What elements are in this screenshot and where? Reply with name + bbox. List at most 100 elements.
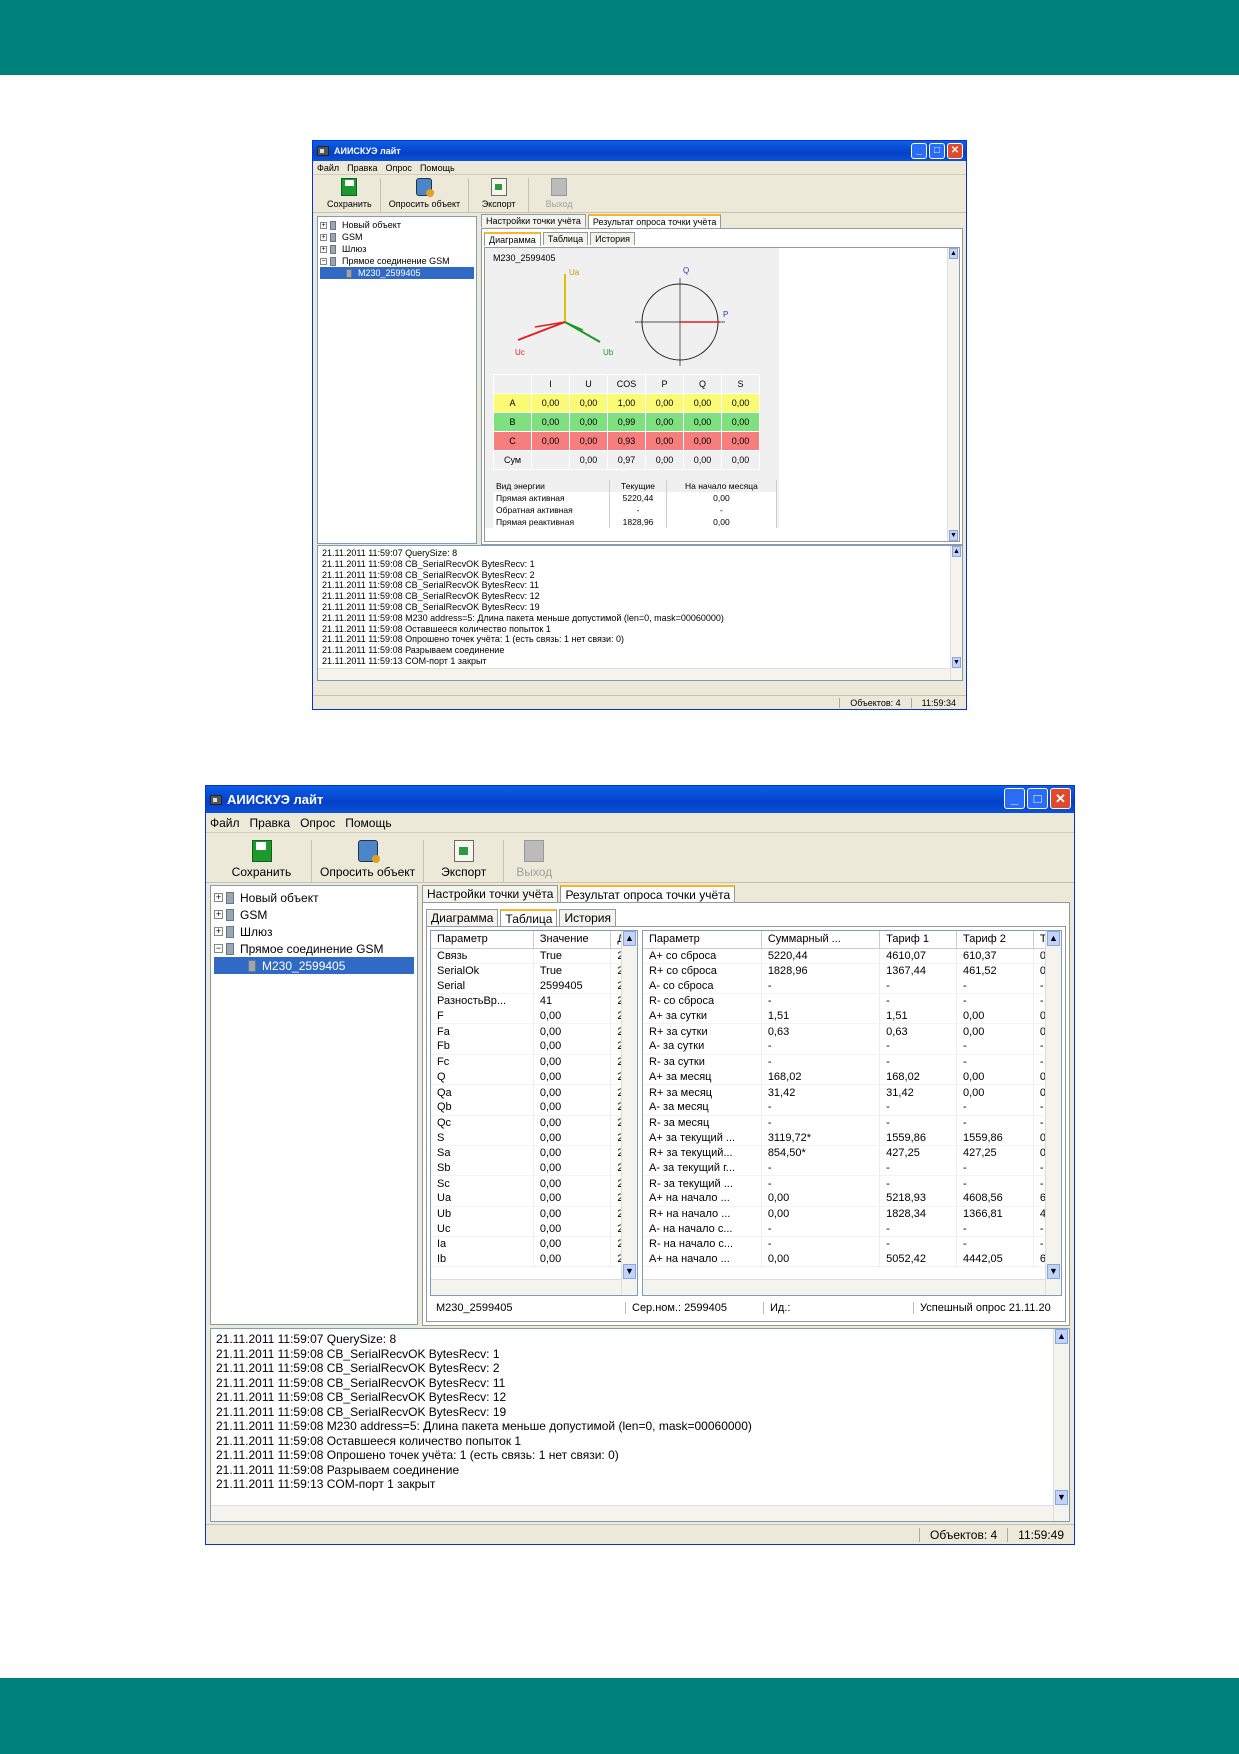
exit-button[interactable]: Выход [504,840,564,882]
table-row[interactable]: R+ за текущий... 854,50* 427,25 427,25 0 [643,1145,1061,1161]
minimize-button[interactable]: _ [911,143,927,159]
tree-item-gateway[interactable]: + Шлюз [214,923,414,940]
menu-edit[interactable]: Правка [250,816,291,830]
scroll-down-arrow[interactable]: ▼ [952,657,961,668]
table-row[interactable]: R- со сброса - - - - [643,993,1061,1009]
table-row[interactable]: Fa0,002 [431,1023,637,1040]
scroll-down-arrow[interactable]: ▼ [1047,1264,1060,1279]
close-button[interactable]: ✕ [1050,788,1071,809]
exit-button[interactable]: Выход [529,178,589,212]
save-button[interactable]: Сохранить [212,840,312,882]
menu-edit[interactable]: Правка [347,163,377,173]
minimize-button[interactable]: _ [1004,788,1025,809]
menu-file[interactable]: Файл [317,163,339,173]
table-row[interactable]: R+ со сброса 1828,96 1367,44 461,52 0 [643,963,1061,979]
menu-poll[interactable]: Опрос [300,816,335,830]
table-row[interactable]: A+ за сутки 1,51 1,51 0,00 0 [643,1008,1061,1025]
col-parameter[interactable]: Параметр [431,931,534,949]
close-button[interactable]: ✕ [947,143,963,159]
table-row[interactable]: Ua0,002 [431,1191,637,1207]
collapse-icon[interactable]: − [320,257,327,265]
tab-history[interactable]: История [559,909,617,926]
poll-object-button[interactable]: Опросить объект [381,178,470,212]
table-row[interactable]: Fc0,002 [431,1054,637,1070]
scroll-up-arrow[interactable]: ▲ [949,248,958,259]
col-value[interactable]: Значение [533,931,612,949]
table-row[interactable]: Fb0,002 [431,1039,637,1055]
table-row[interactable]: Sa0,002 [431,1145,637,1161]
table-row[interactable]: F0,002 [431,1008,637,1025]
tab-table[interactable]: Таблица [500,909,558,927]
tab-settings[interactable]: Настройки точки учёта [481,214,586,227]
col-total[interactable]: Суммарный ... [761,931,881,949]
menu-help[interactable]: Помощь [345,816,391,830]
table-row[interactable]: A+ на начало ... 0,00 5052,42 4442,05 6 [643,1251,1061,1268]
title-bar[interactable]: АИИСКУЭ лайт _ □ ✕ [313,141,966,161]
expand-icon[interactable]: + [214,927,223,936]
tab-settings[interactable]: Настройки точки учёта [422,885,559,902]
table-row[interactable]: A- за сутки - - - - [643,1039,1061,1055]
expand-icon[interactable]: + [320,221,327,229]
log-hscrollbar[interactable] [318,668,950,680]
maximize-button[interactable]: □ [1027,788,1048,809]
tab-result[interactable]: Результат опроса точки учёта [587,214,722,228]
table-row[interactable]: Sc0,002 [431,1175,637,1191]
title-bar[interactable]: АИИСКУЭ лайт _ □ ✕ [206,786,1074,813]
menu-poll[interactable]: Опрос [386,163,412,173]
table-row[interactable]: Qc0,002 [431,1115,637,1131]
log-scrollbar[interactable]: ▲ ▼ [950,546,962,680]
tab-result[interactable]: Результат опроса точки учёта [560,885,736,903]
log-hscrollbar[interactable] [211,1505,1053,1521]
scroll-down-arrow[interactable]: ▼ [623,1264,636,1279]
tree-item-direct-gsm[interactable]: − Прямое соединение GSM [214,940,414,957]
col-parameter[interactable]: Параметр [643,931,762,949]
table-row[interactable]: R- за сутки - - - - [643,1054,1061,1070]
expand-icon[interactable]: + [320,245,327,253]
table-row[interactable]: A- за месяц - - - - [643,1099,1061,1116]
tab-diagram[interactable]: Диаграмма [426,909,499,926]
table-row[interactable]: R+ за месяц 31,42 31,42 0,00 0 [643,1084,1061,1100]
table-row[interactable]: R+ за сутки 0,63 0,63 0,00 0 [643,1023,1061,1040]
table-row[interactable]: R- за месяц - - - - [643,1115,1061,1131]
scroll-up-arrow[interactable]: ▲ [1047,931,1060,946]
table-row[interactable]: РазностьВр...412 [431,993,637,1009]
scroll-up-arrow[interactable]: ▲ [623,931,636,946]
expand-icon[interactable]: + [320,233,327,241]
scroll-down-arrow[interactable]: ▼ [949,530,958,541]
scroll-up-arrow[interactable]: ▲ [1055,1329,1068,1344]
table-row[interactable]: R- за текущий ... - - - - [643,1175,1061,1191]
table-row[interactable]: A- на начало с... - - - - [643,1221,1061,1238]
table-row[interactable]: Serial25994052 [431,978,637,995]
poll-object-button[interactable]: Опросить объект [312,840,425,882]
scroll-down-arrow[interactable]: ▼ [1055,1490,1068,1505]
tree-item-gsm[interactable]: + GSM [214,906,414,923]
table-row[interactable]: A- за текущий г... - - - - [643,1160,1061,1177]
diagram-scrollbar[interactable]: ▲ ▼ [947,248,959,541]
tree-item-gateway[interactable]: + Шлюз [320,243,474,255]
table-row[interactable]: Qa0,002 [431,1084,637,1100]
col-tariff-2[interactable]: Тариф 2 [956,931,1034,949]
log-scrollbar[interactable]: ▲ ▼ [1053,1329,1069,1521]
tab-history[interactable]: История [590,232,636,245]
tree-item-gsm[interactable]: + GSM [320,231,474,243]
tab-diagram[interactable]: Диаграмма [484,232,541,246]
maximize-button[interactable]: □ [929,143,945,159]
expand-icon[interactable]: + [214,893,223,902]
table-row[interactable]: Ib0,002 [431,1251,637,1268]
table-row[interactable]: Sb0,002 [431,1160,637,1177]
menu-file[interactable]: Файл [210,816,240,830]
table-row[interactable]: R+ на начало ... 0,00 1828,34 1366,81 4 [643,1206,1061,1222]
params-hscrollbar[interactable] [431,1279,621,1295]
table-row[interactable]: A- со сброса - - - - [643,978,1061,995]
expand-icon[interactable]: + [214,910,223,919]
table-row[interactable]: СвязьTrue2 [431,948,637,964]
collapse-icon[interactable]: − [214,944,223,953]
table-row[interactable]: R- на начало с... - - - - [643,1236,1061,1252]
col-tariff-1[interactable]: Тариф 1 [879,931,957,949]
menu-help[interactable]: Помощь [420,163,455,173]
tree-item-m230[interactable]: M230_2599405 [214,957,414,974]
energy-scrollbar[interactable]: ▲ ▼ [1045,931,1061,1295]
table-row[interactable]: A+ на начало ... 0,00 5218,93 4608,56 6 [643,1191,1061,1207]
export-button[interactable]: Экспорт [424,840,505,882]
energy-hscrollbar[interactable] [643,1279,1045,1295]
